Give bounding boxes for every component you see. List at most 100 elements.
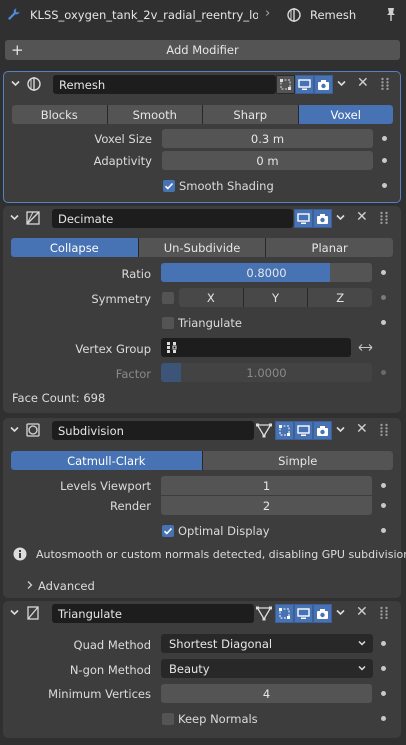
keyframe-dot[interactable]	[381, 691, 386, 696]
keyframe-dot[interactable]	[382, 136, 387, 141]
edit-mode-toggle[interactable]	[276, 75, 295, 94]
collapse-chevron-icon[interactable]	[9, 424, 20, 435]
add-modifier-button[interactable]: + Add Modifier	[5, 40, 400, 60]
dropdown-chevron-icon[interactable]	[335, 212, 346, 223]
ratio-value: 0.8000	[246, 265, 287, 280]
ngon-method-value: Beauty	[169, 661, 210, 676]
on-cage-triangle-icon[interactable]	[256, 423, 272, 438]
object-name[interactable]: KLSS_oxygen_tank_2v_radial_reentry_lod_0	[30, 8, 258, 22]
symmetry-axis-segmented: X Y Z	[179, 288, 372, 307]
subdivision-panel-header: Subdivision ✕	[3, 418, 401, 444]
keyframe-dot[interactable]	[381, 716, 386, 721]
smooth-shading-checkbox[interactable]	[163, 180, 175, 192]
decimate-icon	[25, 210, 41, 226]
render-levels-field[interactable]: 2	[161, 496, 372, 515]
decimate-mode-unsubdivide[interactable]: Un-Subdivide	[138, 238, 266, 257]
keyframe-dot[interactable]	[382, 158, 387, 163]
triangulate-icon	[25, 605, 41, 621]
ngon-method-dropdown[interactable]: Beauty	[161, 659, 373, 678]
keyframe-dot[interactable]	[381, 483, 386, 488]
remesh-mode-smooth[interactable]: Smooth	[107, 105, 202, 124]
drag-handle-icon[interactable]	[379, 423, 389, 437]
dropdown-chevron-icon[interactable]	[335, 424, 346, 435]
edit-mode-toggle[interactable]	[275, 604, 294, 623]
factor-slider[interactable]: 1.0000	[161, 363, 372, 382]
voxel-size-label: Voxel Size	[94, 132, 152, 146]
remesh-icon	[26, 76, 42, 92]
camera-icon	[318, 79, 329, 90]
properties-header: KLSS_oxygen_tank_2v_radial_reentry_lod_0…	[0, 0, 406, 30]
viewport-toggle[interactable]	[294, 209, 313, 228]
decimate-mode-collapse[interactable]: Collapse	[11, 238, 138, 257]
keep-normals-checkbox[interactable]	[162, 713, 174, 725]
remove-modifier-close-icon[interactable]: ✕	[356, 604, 368, 620]
drag-handle-icon[interactable]	[379, 211, 389, 225]
keyframe-dot[interactable]	[381, 528, 386, 533]
optimal-display-checkbox[interactable]	[162, 525, 174, 537]
render-toggle[interactable]	[313, 604, 332, 623]
remesh-mode-voxel[interactable]: Voxel	[298, 105, 393, 124]
levels-viewport-field[interactable]: 1	[161, 476, 372, 495]
advanced-chevron-right-icon[interactable]	[25, 580, 34, 590]
adaptivity-field[interactable]: 0 m	[162, 151, 373, 170]
decimate-name: Decimate	[58, 211, 114, 226]
optimal-display-label: Optimal Display	[178, 524, 270, 538]
symmetry-checkbox[interactable]	[162, 292, 174, 304]
advanced-subpanel-label[interactable]: Advanced	[38, 579, 95, 593]
vertex-group-field[interactable]	[161, 338, 351, 357]
camera-icon	[317, 213, 328, 224]
drag-handle-icon[interactable]	[380, 77, 390, 91]
monitor-icon	[298, 78, 311, 90]
subdivision-mode-catmull-clark[interactable]: Catmull-Clark	[11, 451, 202, 470]
edit-mode-toggle[interactable]	[275, 421, 294, 440]
collapse-chevron-icon[interactable]	[9, 212, 20, 223]
invert-arrows-icon[interactable]	[356, 339, 375, 356]
subdivision-mode-simple[interactable]: Simple	[202, 451, 393, 470]
remesh-mode-sharp[interactable]: Sharp	[203, 105, 298, 124]
remesh-mode-blocks[interactable]: Blocks	[12, 105, 107, 124]
decimate-mode-planar[interactable]: Planar	[266, 238, 393, 257]
collapse-chevron-icon[interactable]	[10, 78, 21, 89]
chevron-down-icon	[357, 638, 367, 648]
subdivision-name-field[interactable]: Subdivision	[52, 421, 254, 440]
keyframe-dot[interactable]	[381, 503, 386, 508]
symmetry-axis-y[interactable]: Y	[243, 288, 308, 307]
remesh-panel: Remesh ✕ Blocks Smooth Sharp Voxel Voxel…	[3, 71, 401, 203]
remove-modifier-close-icon[interactable]: ✕	[356, 209, 368, 225]
viewport-toggle[interactable]	[294, 421, 313, 440]
voxel-size-field[interactable]: 0.3 m	[162, 129, 373, 148]
quad-method-dropdown[interactable]: Shortest Diagonal	[161, 634, 373, 653]
remove-modifier-close-icon[interactable]: ✕	[357, 75, 369, 91]
minimum-vertices-field[interactable]: 4	[161, 684, 372, 703]
pin-icon[interactable]	[384, 6, 398, 22]
viewport-toggle[interactable]	[295, 75, 314, 94]
keyframe-dot[interactable]	[381, 320, 386, 325]
remesh-name-field[interactable]: Remesh	[53, 75, 276, 94]
symmetry-axis-x[interactable]: X	[179, 288, 243, 307]
symmetry-axis-z[interactable]: Z	[308, 288, 372, 307]
dropdown-chevron-icon[interactable]	[335, 607, 346, 618]
collapse-chevron-icon[interactable]	[9, 607, 20, 618]
decimate-name-field[interactable]: Decimate	[52, 209, 293, 228]
triangulate-checkbox[interactable]	[162, 317, 174, 329]
keyframe-dot[interactable]	[381, 370, 386, 375]
render-toggle[interactable]	[314, 75, 333, 94]
on-cage-triangle-icon[interactable]	[256, 606, 272, 621]
active-modifier-name: Remesh	[310, 8, 357, 22]
dropdown-chevron-icon[interactable]	[336, 78, 347, 89]
keyframe-dot[interactable]	[382, 183, 387, 188]
minimum-vertices-value: 4	[262, 686, 271, 701]
keyframe-dot[interactable]	[381, 270, 386, 275]
keyframe-dot[interactable]	[381, 666, 386, 671]
keyframe-dot[interactable]	[381, 641, 386, 646]
render-toggle[interactable]	[313, 421, 332, 440]
viewport-toggle[interactable]	[294, 604, 313, 623]
render-toggle[interactable]	[313, 209, 332, 228]
remove-modifier-close-icon[interactable]: ✕	[356, 421, 368, 437]
ratio-slider[interactable]: 0.8000	[161, 263, 372, 282]
adaptivity-label: Adaptivity	[93, 154, 152, 168]
plus-icon: +	[11, 41, 24, 59]
keyframe-dot[interactable]	[381, 295, 386, 300]
triangulate-name-field[interactable]: Triangulate	[52, 604, 254, 623]
drag-handle-icon[interactable]	[379, 606, 389, 620]
